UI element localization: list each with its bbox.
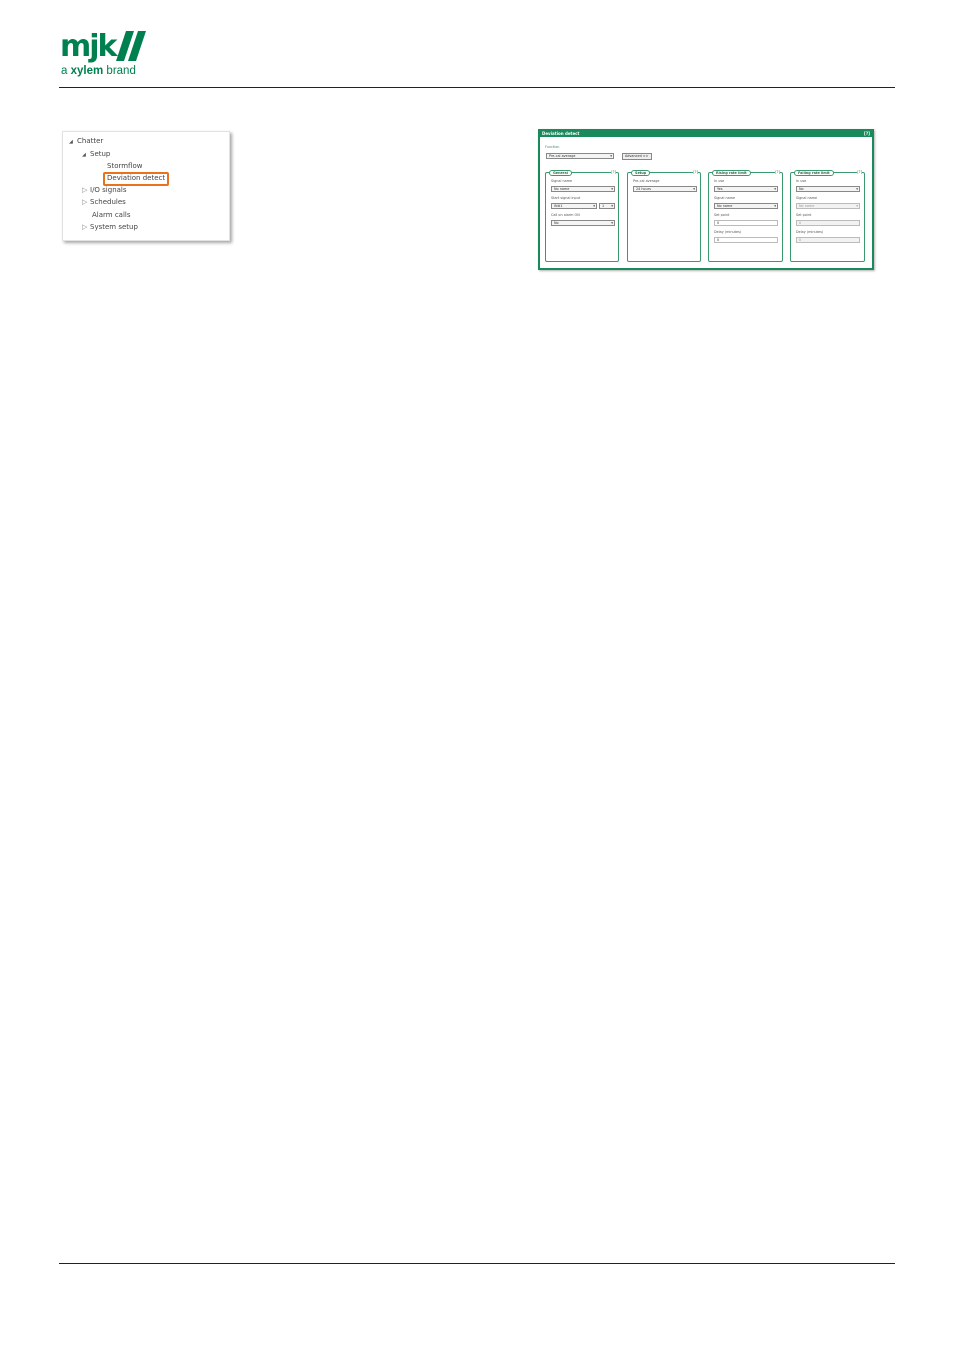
delay-label: Delay (minutes) (796, 230, 824, 234)
footer-divider (59, 1263, 895, 1264)
set-point-input[interactable]: 0 (796, 220, 860, 226)
window-title: Deviation detect (542, 131, 580, 136)
tree-item-label: System setup (90, 223, 138, 231)
tree-item-alarm-calls[interactable]: Alarm calls (92, 210, 131, 221)
help-icon[interactable]: [?] (775, 170, 780, 174)
logo-tagline: a xylem brand (61, 65, 136, 77)
expand-arrow-icon[interactable]: ▷ (82, 185, 90, 196)
tree-item-schedules[interactable]: ▷ Schedules (82, 197, 126, 208)
tagline-suffix: brand (106, 65, 136, 77)
start-signal-channel-select[interactable]: 1 (599, 203, 615, 209)
group-title: Falling rate limit (794, 170, 834, 176)
group-title: Rising rate limit (712, 170, 751, 176)
pre-cal-average-select[interactable]: 24 hours (633, 186, 697, 192)
tree-item-label: Alarm calls (92, 211, 131, 219)
tree-item-label: Setup (90, 150, 111, 158)
set-point-label: Set point (796, 213, 812, 217)
signal-name-label: Signal name (551, 179, 573, 183)
set-point-label: Set point (714, 213, 730, 217)
tagline-brand: xylem (70, 65, 104, 77)
tree-item-deviation-detect[interactable]: Deviation detect (107, 173, 165, 184)
tree-item-label: Stormflow (107, 162, 143, 170)
signal-name-select[interactable]: No name (714, 203, 778, 209)
tree-item-label: Deviation detect (107, 174, 166, 182)
general-group: General [?] Signal name No name Start si… (545, 170, 619, 262)
signal-name-select[interactable]: No name (796, 203, 860, 209)
window-titlebar: Deviation detect [?] (540, 131, 872, 137)
help-icon[interactable]: [?] (693, 170, 698, 174)
pre-cal-average-label: Pre-cal average (633, 179, 660, 183)
start-signal-input-label: Start signal input (551, 196, 581, 200)
group-title: General (549, 170, 572, 176)
function-label: Function (545, 145, 560, 149)
tree-item-label: Chatter (77, 137, 104, 145)
help-icon[interactable]: [?] (864, 131, 870, 137)
delay-label: Delay (minutes) (714, 230, 742, 234)
collapse-arrow-icon[interactable]: ◢ (82, 150, 90, 161)
call-on-alarm-label: Call on alarm ON (551, 213, 580, 217)
tree-item-stormflow[interactable]: Stormflow (107, 161, 142, 172)
tree-item-io-signals[interactable]: ▷ I/O signals (82, 185, 127, 196)
start-signal-input-select[interactable]: IN#1 (551, 203, 597, 209)
function-select[interactable]: Pre-cal average (546, 153, 614, 159)
signal-name-label: Signal name (796, 196, 818, 200)
setup-group: Setup [?] Pre-cal average 24 hours (627, 170, 701, 262)
in-use-label: In use (796, 179, 807, 183)
tree-item-chatter[interactable]: ◢ Chatter (69, 136, 103, 147)
collapse-arrow-icon[interactable]: ◢ (69, 137, 77, 148)
set-point-input[interactable]: 0 (714, 220, 778, 226)
tree-item-label: Schedules (90, 198, 126, 206)
delay-input[interactable]: 0 (714, 237, 778, 243)
group-title: Setup (631, 170, 651, 176)
help-icon[interactable]: [?] (611, 170, 616, 174)
logo-wordmark: mjk (60, 29, 117, 64)
advanced-button[interactable]: Advanced >> (622, 153, 652, 160)
in-use-label: In use (714, 179, 725, 183)
signal-name-select[interactable]: No name (551, 186, 615, 192)
navigation-tree: ◢ Chatter ◢ Setup Stormflow Deviation dete… (62, 131, 230, 241)
tree-item-label: I/O signals (90, 186, 127, 194)
tree-item-system-setup[interactable]: ▷ System setup (82, 222, 138, 233)
help-icon[interactable]: [?] (857, 170, 862, 174)
expand-arrow-icon[interactable]: ▷ (82, 197, 90, 208)
signal-name-label: Signal name (714, 196, 736, 200)
expand-arrow-icon[interactable]: ▷ (82, 222, 90, 233)
falling-rate-limit-group: Falling rate limit [?] In use No Signal … (790, 170, 865, 262)
call-on-alarm-select[interactable]: No (551, 220, 615, 226)
logo-slashes-icon (116, 31, 146, 61)
tagline-prefix: a (61, 65, 68, 77)
rising-rate-limit-group: Rising rate limit [?] In use Yes Signal … (708, 170, 783, 262)
in-use-select[interactable]: Yes (714, 186, 778, 192)
delay-input[interactable]: 0 (796, 237, 860, 243)
tree-item-setup[interactable]: ◢ Setup (82, 149, 110, 160)
in-use-select[interactable]: No (796, 186, 860, 192)
mjk-logo: mjk a xylem brand (60, 30, 152, 80)
deviation-detect-window: Deviation detect [?] Function Pre-cal av… (538, 129, 874, 270)
header-divider (59, 87, 895, 88)
